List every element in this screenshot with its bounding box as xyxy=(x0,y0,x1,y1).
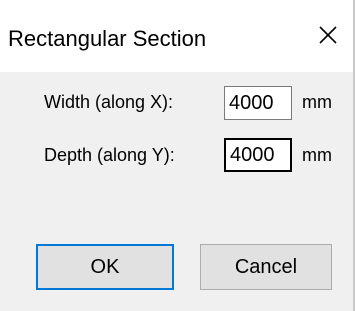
width-unit: mm xyxy=(302,92,332,112)
close-button[interactable] xyxy=(311,18,345,52)
depth-unit: mm xyxy=(302,145,332,165)
cancel-button[interactable]: Cancel xyxy=(200,244,332,290)
width-input[interactable] xyxy=(224,86,292,120)
dialog-body: Width (along X): mm Depth (along Y): mm … xyxy=(0,72,355,311)
rectangular-section-dialog: Rectangular Section Width (along X): mm … xyxy=(0,0,355,311)
width-label: Width (along X): xyxy=(44,92,174,112)
depth-input[interactable] xyxy=(224,138,292,172)
dialog-title: Rectangular Section xyxy=(8,26,207,51)
ok-button[interactable]: OK xyxy=(36,244,174,290)
close-icon xyxy=(319,26,337,44)
depth-label: Depth (along Y): xyxy=(44,145,175,165)
title-bar[interactable]: Rectangular Section xyxy=(0,0,355,72)
